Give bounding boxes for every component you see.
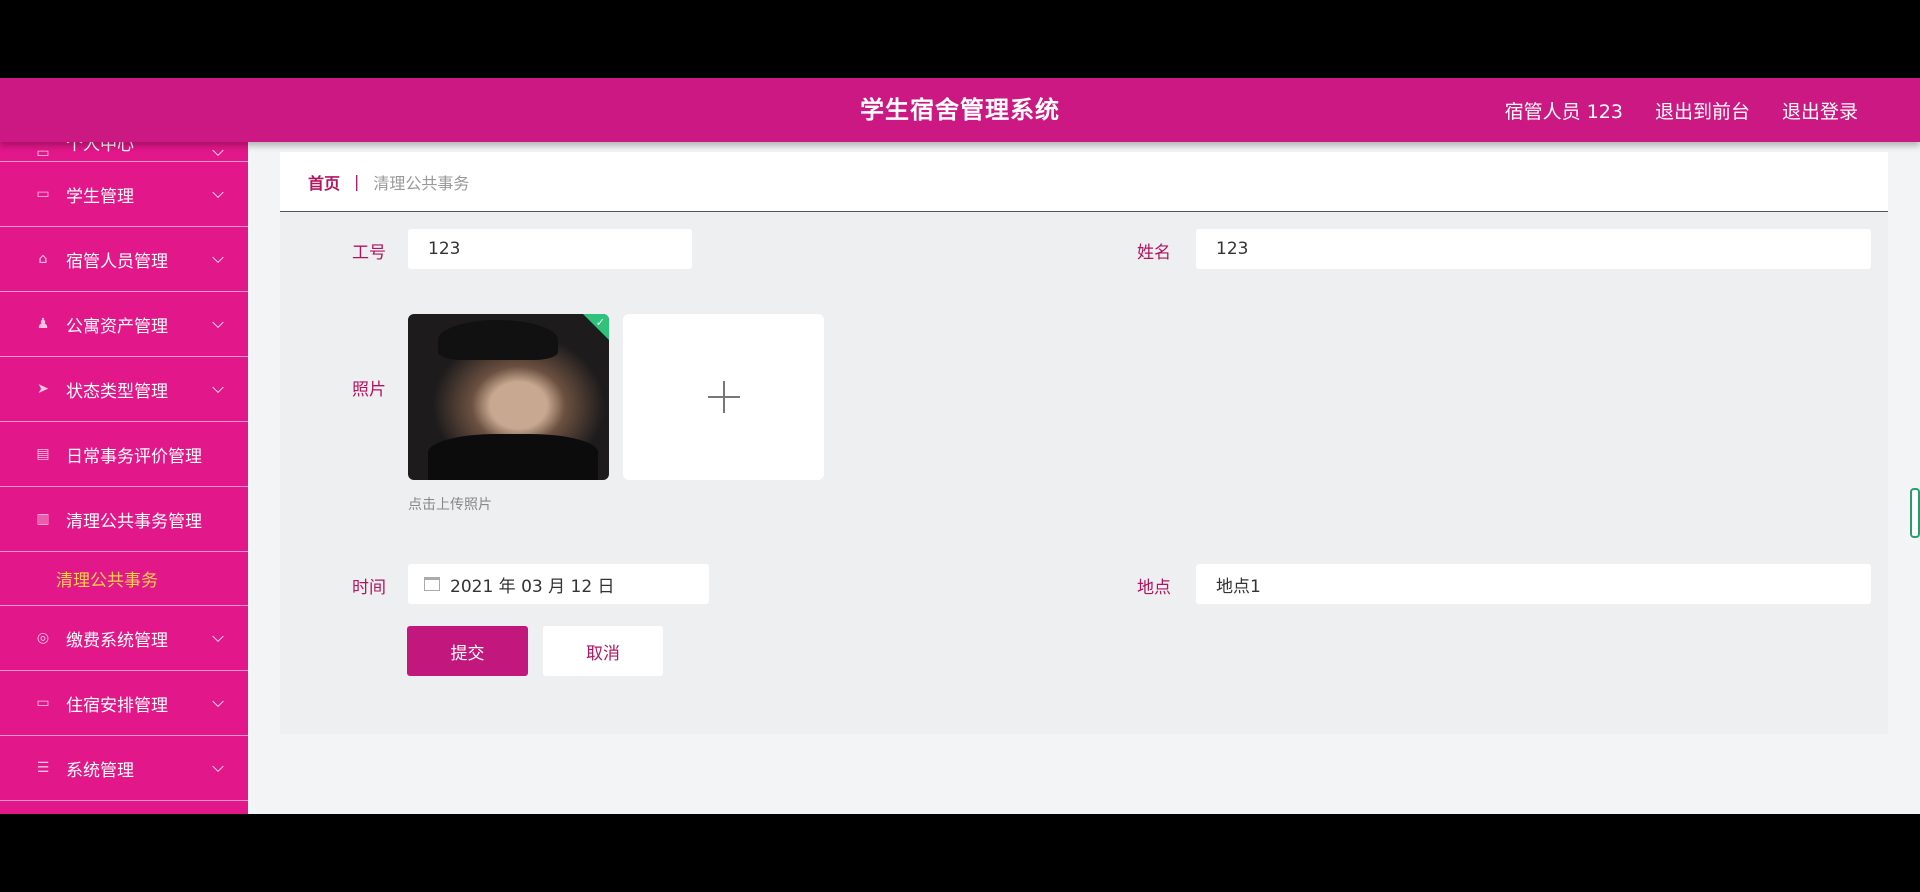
main-content: 首页 | 清理公共事务 工号 123 姓名 123 照片 ✓ 点击上传照片 时间… — [280, 152, 1888, 734]
sidebar-item-label: 清理公共事务管理 — [66, 511, 202, 532]
sidebar-item-label: 宿管人员管理 — [66, 251, 168, 272]
chevron-down-icon — [212, 381, 224, 394]
sidebar-item-status-types[interactable]: ➤ 状态类型管理 — [0, 357, 248, 422]
name-field[interactable]: 123 — [1196, 229, 1871, 269]
send-icon: ➤ — [37, 381, 49, 397]
cancel-button[interactable]: 取消 — [543, 626, 663, 676]
chevron-down-icon — [212, 630, 224, 643]
place-field[interactable]: 地点1 — [1196, 564, 1871, 604]
place-label: 地点 — [1137, 578, 1171, 598]
header-links: 宿管人员 123 退出到前台 退出登录 — [1505, 78, 1858, 142]
photo-label: 照片 — [352, 380, 386, 400]
window-icon: ▭ — [36, 695, 50, 711]
breadcrumb: 首页 | 清理公共事务 — [280, 152, 1888, 212]
sidebar-item-daily-evaluation[interactable]: ▤ 日常事务评价管理 — [0, 422, 248, 487]
check-icon: ✓ — [595, 316, 605, 329]
upload-hint: 点击上传照片 — [408, 497, 492, 513]
sidebar-item-label: 缴费系统管理 — [66, 630, 168, 651]
user-icon: ▭ — [36, 145, 50, 161]
breadcrumb-separator: | — [354, 172, 360, 191]
chart-icon: ▥ — [36, 511, 50, 527]
back-to-front-link[interactable]: 退出到前台 — [1655, 97, 1750, 124]
time-label: 时间 — [352, 578, 386, 598]
scrollbar-handle[interactable] — [1910, 488, 1920, 538]
chevron-down-icon — [212, 144, 224, 156]
sidebar-item-public-cleaning[interactable]: ▥ 清理公共事务管理 — [0, 487, 248, 552]
list-icon: ☰ — [36, 760, 50, 776]
sidebar-item-label: 日常事务评价管理 — [66, 446, 202, 467]
sidebar-subitem-public-cleaning[interactable]: 清理公共事务 — [0, 552, 248, 606]
sidebar-item-label: 学生管理 — [66, 186, 134, 207]
sidebar-item-personal-center[interactable]: ▭ 个人中心 — [0, 142, 248, 162]
sidebar-item-system[interactable]: ☰ 系统管理 — [0, 736, 248, 801]
sidebar-item-label: 公寓资产管理 — [66, 316, 168, 337]
sidebar-item-students[interactable]: ▭ 学生管理 — [0, 162, 248, 227]
app-viewport: 学生宿舍管理系统 宿管人员 123 退出到前台 退出登录 ▭ 个人中心 ▭ 学生… — [0, 78, 1920, 814]
top-header: 学生宿舍管理系统 宿管人员 123 退出到前台 退出登录 — [0, 78, 1920, 142]
uploaded-photo[interactable]: ✓ — [408, 314, 609, 480]
sidebar-item-label: 系统管理 — [66, 760, 134, 781]
upload-button[interactable] — [623, 314, 824, 480]
printer-icon: ▤ — [36, 446, 50, 462]
sidebar-item-label: 住宿安排管理 — [66, 695, 168, 716]
circle-icon: ◎ — [36, 630, 50, 646]
sidebar-item-assets[interactable]: ♟ 公寓资产管理 — [0, 292, 248, 357]
current-user-label[interactable]: 宿管人员 123 — [1505, 97, 1623, 124]
sidebar-item-dorm-staff[interactable]: ⌂ 宿管人员管理 — [0, 227, 248, 292]
chevron-down-icon — [212, 760, 224, 773]
calendar-icon — [424, 577, 440, 591]
breadcrumb-current: 清理公共事务 — [373, 173, 470, 193]
time-field[interactable]: 2021 年 03 月 12 日 — [408, 564, 709, 604]
name-label: 姓名 — [1137, 243, 1171, 263]
time-value: 2021 年 03 月 12 日 — [450, 576, 615, 597]
sidebar-item-accommodation[interactable]: ▭ 住宿安排管理 — [0, 671, 248, 736]
chevron-down-icon — [212, 251, 224, 264]
sidebar-item-payment[interactable]: ◎ 缴费系统管理 — [0, 606, 248, 671]
house-icon: ⌂ — [38, 251, 48, 267]
work-id-label: 工号 — [352, 243, 386, 263]
plus-icon — [707, 381, 740, 413]
chevron-down-icon — [212, 316, 224, 329]
work-id-field[interactable]: 123 — [408, 229, 692, 269]
sidebar-item-label: 状态类型管理 — [66, 381, 168, 402]
logout-link[interactable]: 退出登录 — [1782, 97, 1858, 124]
submit-button[interactable]: 提交 — [407, 626, 528, 676]
chevron-down-icon — [212, 695, 224, 708]
person-icon: ♟ — [36, 316, 50, 332]
chevron-down-icon — [212, 186, 224, 199]
sidebar: ▭ 个人中心 ▭ 学生管理 ⌂ 宿管人员管理 ♟ 公寓资产管理 ➤ 状态类型管理… — [0, 142, 248, 814]
monitor-icon: ▭ — [36, 186, 50, 202]
breadcrumb-home[interactable]: 首页 — [308, 170, 340, 194]
sidebar-item-label: 个人中心 — [66, 142, 134, 155]
